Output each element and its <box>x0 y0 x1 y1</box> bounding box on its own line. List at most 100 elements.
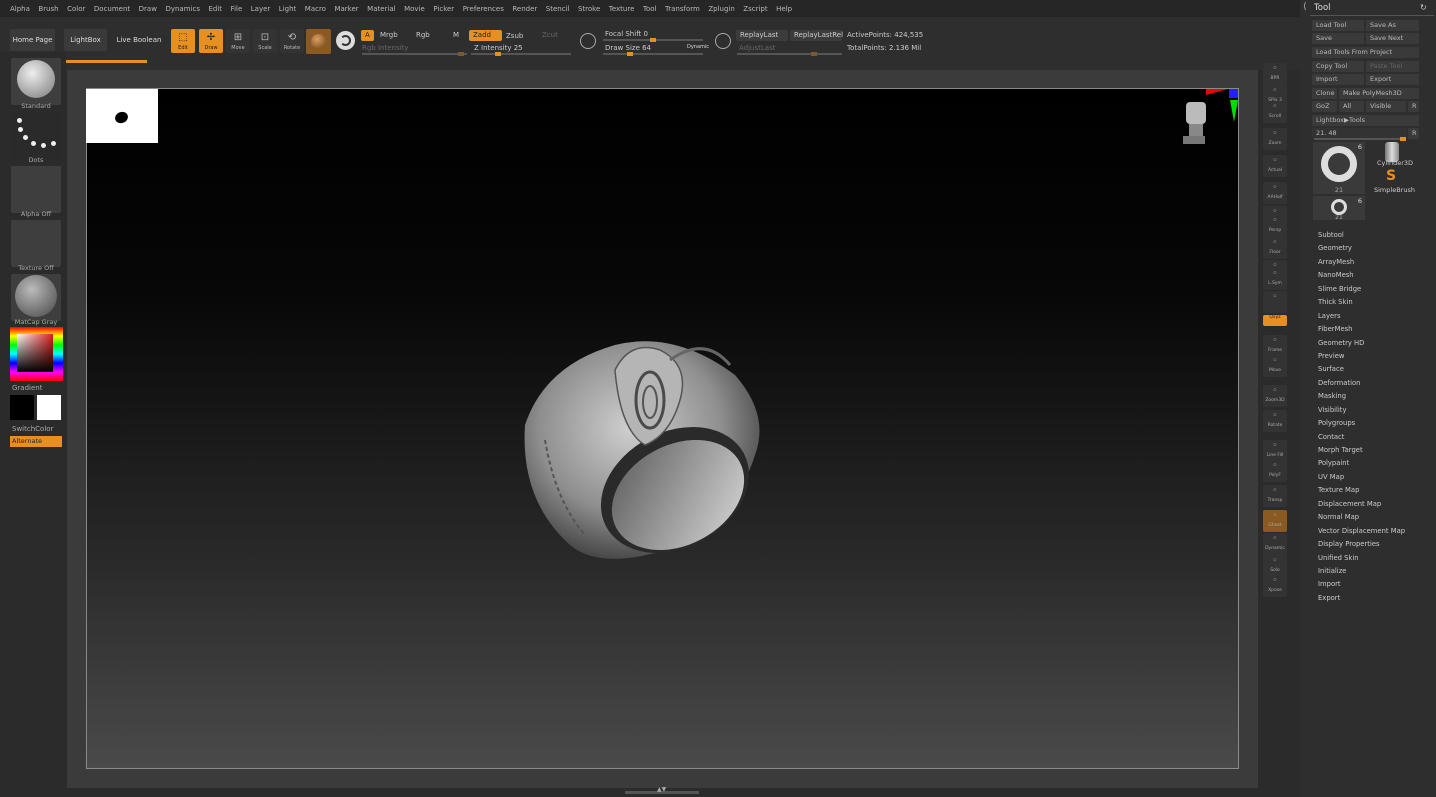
menu-color[interactable]: Color <box>67 5 85 13</box>
bottom-tray-handle[interactable]: ▲▼ <box>625 786 699 794</box>
tool-slider-track[interactable] <box>1314 137 1406 141</box>
paste-tool-button[interactable]: Paste Tool <box>1366 61 1419 72</box>
panel-menu-icon[interactable]: ↻ <box>1420 3 1427 12</box>
secondary-color-swatch[interactable] <box>10 395 34 420</box>
color-sv-square[interactable] <box>17 334 53 372</box>
tool-menu-displacement-map[interactable]: Displacement Map <box>1318 498 1436 511</box>
aahalf-button[interactable]: ◦ AAHalf <box>1263 182 1287 204</box>
dynamic3-button[interactable]: ◦ Dynamic <box>1263 533 1287 555</box>
zadd-toggle[interactable]: Zadd <box>469 30 502 41</box>
collapse-arrow-icon[interactable]: ⟨ <box>1303 2 1307 12</box>
navigator-thumbnail[interactable] <box>86 89 158 143</box>
load-tool-button[interactable]: Load Tool <box>1312 20 1364 31</box>
focal-shift-slider[interactable]: Focal Shift 0 <box>605 30 648 38</box>
bpr-button[interactable]: ◦ BPR <box>1263 63 1287 85</box>
menu-edit[interactable]: Edit <box>208 5 222 13</box>
menu-alpha[interactable]: Alpha <box>10 5 30 13</box>
gradient-label[interactable]: Gradient <box>12 384 42 392</box>
tool-menu-normal-map[interactable]: Normal Map <box>1318 511 1436 524</box>
tool-menu-slime-bridge[interactable]: Slime Bridge <box>1318 283 1436 296</box>
replay-last-rel-button[interactable]: ReplayLastRel <box>790 30 843 41</box>
menu-brush[interactable]: Brush <box>38 5 58 13</box>
goz-r-button[interactable]: R <box>1408 101 1419 112</box>
dynamic-toggle[interactable]: Dynamic <box>687 44 709 50</box>
tool-menu-texture-map[interactable]: Texture Map <box>1318 484 1436 497</box>
tool-menu-geometry[interactable]: Geometry <box>1318 242 1436 255</box>
tool-menu-uv-map[interactable]: UV Map <box>1318 471 1436 484</box>
tool-menu-deformation[interactable]: Deformation <box>1318 377 1436 390</box>
copy-tool-button[interactable]: Copy Tool <box>1312 61 1364 72</box>
material-swatch[interactable] <box>306 29 331 54</box>
menu-marker[interactable]: Marker <box>334 5 358 13</box>
scroll-button[interactable]: ◦ Scroll <box>1263 101 1287 123</box>
import-button[interactable]: Import <box>1312 74 1364 85</box>
qxyz-button[interactable]: Qxyz <box>1263 315 1287 326</box>
tool-menu-initialize[interactable]: Initialize <box>1318 565 1436 578</box>
rotate-button[interactable]: ⟲ Rotate <box>280 29 304 53</box>
xpose-button[interactable]: ◦ Xpose <box>1263 575 1287 597</box>
alpha-thumb[interactable] <box>11 166 61 213</box>
persp-button[interactable]: ◦ Persp <box>1263 215 1287 237</box>
linefill-button[interactable]: ◦ Line Fill <box>1263 440 1287 462</box>
focal-shift-track[interactable] <box>603 38 703 42</box>
rgb-intensity-track[interactable] <box>362 52 467 56</box>
tool-menu-display-properties[interactable]: Display Properties <box>1318 538 1436 551</box>
adjust-last-track[interactable] <box>737 52 842 56</box>
draw-size-slider[interactable]: Draw Size 64 <box>605 44 651 52</box>
goz-button[interactable]: GoZ <box>1312 101 1337 112</box>
tool-menu-thick-skin[interactable]: Thick Skin <box>1318 296 1436 309</box>
menu-macro[interactable]: Macro <box>305 5 326 13</box>
primary-color-swatch[interactable] <box>37 395 61 420</box>
menu-tool[interactable]: Tool <box>643 5 657 13</box>
tool-menu-polygroups[interactable]: Polygroups <box>1318 417 1436 430</box>
draw-size-track[interactable] <box>603 52 703 56</box>
move-button[interactable]: ◦ Move <box>1263 355 1287 377</box>
tool-menu-morph-target[interactable]: Morph Target <box>1318 444 1436 457</box>
tool-menu-preview[interactable]: Preview <box>1318 350 1436 363</box>
draw-button[interactable]: ✢ Draw <box>199 29 223 53</box>
tool-menu-visibility[interactable]: Visibility <box>1318 404 1436 417</box>
tool-menu-vector-displacement-map[interactable]: Vector Displacement Map <box>1318 525 1436 538</box>
tool-menu-geometry-hd[interactable]: Geometry HD <box>1318 337 1436 350</box>
tool-menu-masking[interactable]: Masking <box>1318 390 1436 403</box>
menu-picker[interactable]: Picker <box>433 5 454 13</box>
tool-menu-unified-skin[interactable]: Unified Skin <box>1318 552 1436 565</box>
save-next-button[interactable]: Save Next <box>1366 33 1419 44</box>
z-intensity-slider[interactable]: Z Intensity 25 <box>474 44 523 52</box>
floor-button[interactable]: ◦ Floor <box>1263 237 1287 259</box>
menu-movie[interactable]: Movie <box>404 5 425 13</box>
zsub-toggle[interactable]: Zsub <box>506 32 523 40</box>
solo-button[interactable]: ◦ Solo <box>1263 555 1287 577</box>
simplebrush-icon[interactable]: S <box>1386 168 1396 184</box>
tool-slider-r-button[interactable]: R <box>1408 128 1419 139</box>
lightbox-button[interactable]: LightBox <box>64 29 107 51</box>
switch-color-button[interactable]: SwitchColor <box>12 425 53 433</box>
menu-file[interactable]: File <box>231 5 243 13</box>
current-tool-thumb[interactable]: 6 21 <box>1313 142 1365 194</box>
load-tools-from-project-button[interactable]: Load Tools From Project <box>1312 47 1419 58</box>
export-button[interactable]: Export <box>1366 74 1419 85</box>
menu-draw[interactable]: Draw <box>139 5 157 13</box>
tool-menu-arraymesh[interactable]: ArrayMesh <box>1318 256 1436 269</box>
save-button[interactable]: Save <box>1312 33 1364 44</box>
menu-zscript[interactable]: Zscript <box>743 5 767 13</box>
ring-model[interactable] <box>505 330 770 570</box>
zmodeler-icon[interactable] <box>715 33 731 49</box>
texture-thumb[interactable] <box>11 220 61 267</box>
material-thumb[interactable] <box>11 274 61 321</box>
menu-light[interactable]: Light <box>279 5 296 13</box>
frame-button[interactable]: ◦ Frame <box>1263 335 1287 357</box>
rgb-toggle[interactable]: Rgb <box>416 31 430 39</box>
color-picker[interactable] <box>10 327 63 381</box>
brush-thumb-standard[interactable] <box>11 58 61 105</box>
edit-button[interactable]: ⬚ Edit <box>171 29 195 53</box>
focal-shift-icon[interactable] <box>580 33 596 49</box>
goz-all-button[interactable]: All <box>1339 101 1364 112</box>
menu-layer[interactable]: Layer <box>251 5 271 13</box>
menu-zplugin[interactable]: Zplugin <box>708 5 734 13</box>
rotate-button[interactable]: ◦ Rotate <box>1263 410 1287 432</box>
actual-button[interactable]: ◦ Actual <box>1263 155 1287 177</box>
menu-texture[interactable]: Texture <box>609 5 635 13</box>
replay-last-button[interactable]: ReplayLast <box>736 30 788 41</box>
zoom-button[interactable]: ◦ Zoom <box>1263 128 1287 150</box>
